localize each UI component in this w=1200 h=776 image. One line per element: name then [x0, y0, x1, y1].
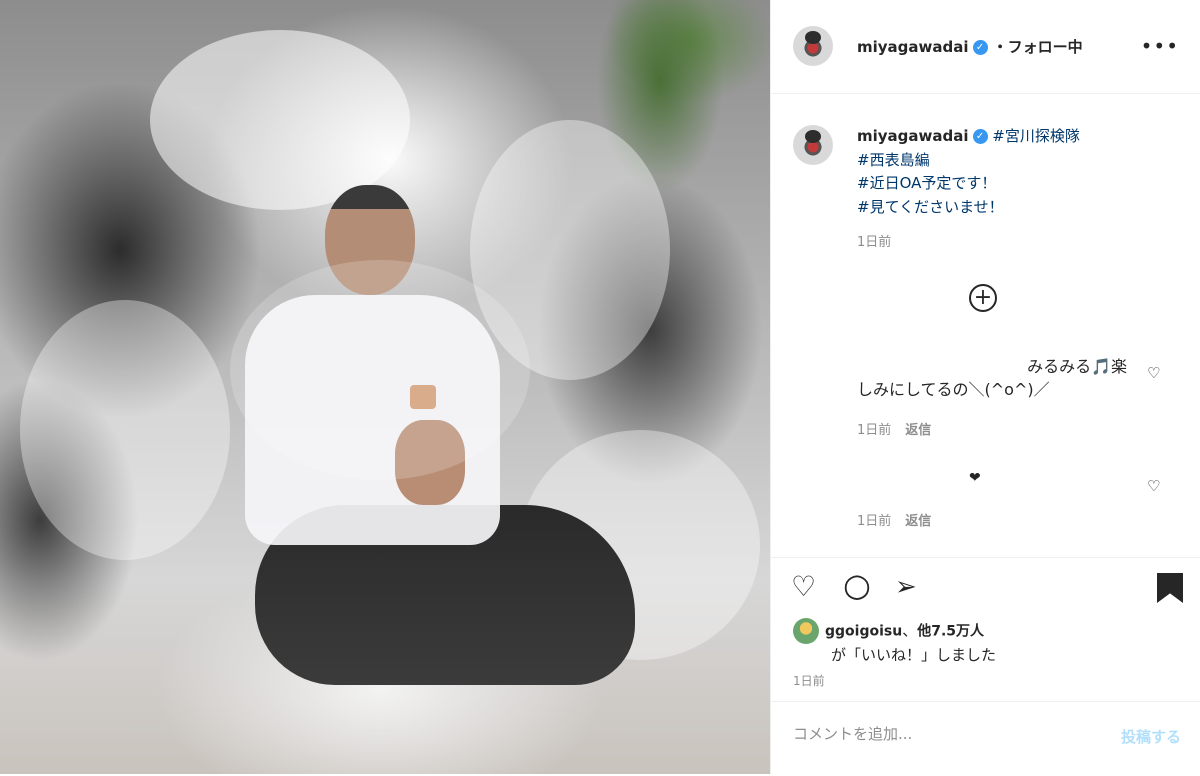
caption: miyagawadai ✓ #宮川探検隊 #西表島編 #近日OA予定です！ #見て… — [857, 125, 1177, 255]
post-side-panel: miyagawadai ✓ ・フォロー中 ••• miyagawadai ✓ #宮川… — [770, 0, 1200, 774]
load-more-comments-icon[interactable]: + — [969, 284, 997, 312]
water-spray — [230, 260, 530, 480]
water-spray — [20, 300, 230, 560]
comment-meta: 1日前 返信 — [857, 510, 931, 529]
reply-button[interactable]: 返信 — [905, 423, 931, 438]
share-paper-plane-icon[interactable]: ➢ — [895, 572, 917, 602]
likes-others-count[interactable]: 他7.5万人 — [917, 624, 984, 640]
likes-separator: 、 — [902, 621, 918, 640]
comment-like-icon[interactable]: ♡ — [1147, 477, 1160, 495]
bookmark-icon[interactable] — [1157, 573, 1183, 603]
caption-avatar[interactable] — [793, 125, 833, 165]
more-options-icon[interactable]: ••• — [1141, 34, 1179, 58]
comment-text: みるみる🎵楽 — [1027, 357, 1127, 376]
add-comment-bar: 投稿する — [771, 701, 1200, 776]
hashtag-link[interactable]: #宮川探検隊 — [992, 127, 1080, 145]
comment-time[interactable]: 1日前 — [857, 514, 891, 529]
comment-text: ❤ — [969, 470, 981, 486]
likes-suffix: が「いいね！」しました — [831, 646, 997, 664]
post-header: miyagawadai ✓ ・フォロー中 ••• — [771, 0, 1200, 94]
author-username[interactable]: miyagawadai — [857, 38, 969, 56]
hashtag-link[interactable]: #近日OA予定です！ — [857, 174, 996, 192]
comment-item: みるみる🎵楽 しみにしてるの＼(^o^)／ — [857, 355, 1127, 401]
verified-badge-icon: ✓ — [972, 129, 988, 144]
post-time[interactable]: 1日前 — [793, 672, 825, 689]
post-comment-button[interactable]: 投稿する — [1121, 726, 1181, 747]
post-actions: ♡ ○ ➢ ggoigoisu、他7.5万人 が「いいね！」しました 1日前 投… — [771, 557, 1200, 775]
follow-status[interactable]: ・フォロー中 — [993, 38, 1083, 56]
verified-badge-icon: ✓ — [972, 40, 988, 55]
hashtag-link[interactable]: #見てくださいませ！ — [857, 198, 1004, 216]
liker-avatar[interactable] — [793, 618, 819, 644]
post-photo[interactable] — [0, 0, 770, 774]
comment-text-continued: しみにしてるの＼(^o^)／ — [857, 380, 1050, 399]
author-avatar[interactable] — [793, 26, 833, 66]
comment-time[interactable]: 1日前 — [857, 423, 891, 438]
caption-username[interactable]: miyagawadai — [857, 127, 969, 145]
comment-input[interactable] — [791, 724, 1075, 744]
comment-meta: 1日前 返信 — [857, 419, 931, 438]
caption-time[interactable]: 1日前 — [857, 231, 1177, 255]
like-heart-icon[interactable]: ♡ — [791, 572, 816, 602]
comment-like-icon[interactable]: ♡ — [1147, 364, 1160, 382]
liker-username[interactable]: ggoigoisu — [825, 624, 902, 640]
header-author: miyagawadai ✓ ・フォロー中 — [857, 36, 1083, 57]
likes-summary: ggoigoisu、他7.5万人 が「いいね！」しました — [793, 618, 996, 666]
water-spray — [150, 30, 410, 210]
reply-button[interactable]: 返信 — [905, 514, 931, 529]
hashtag-link[interactable]: #西表島編 — [857, 151, 930, 169]
comment-bubble-icon[interactable]: ○ — [843, 569, 871, 601]
